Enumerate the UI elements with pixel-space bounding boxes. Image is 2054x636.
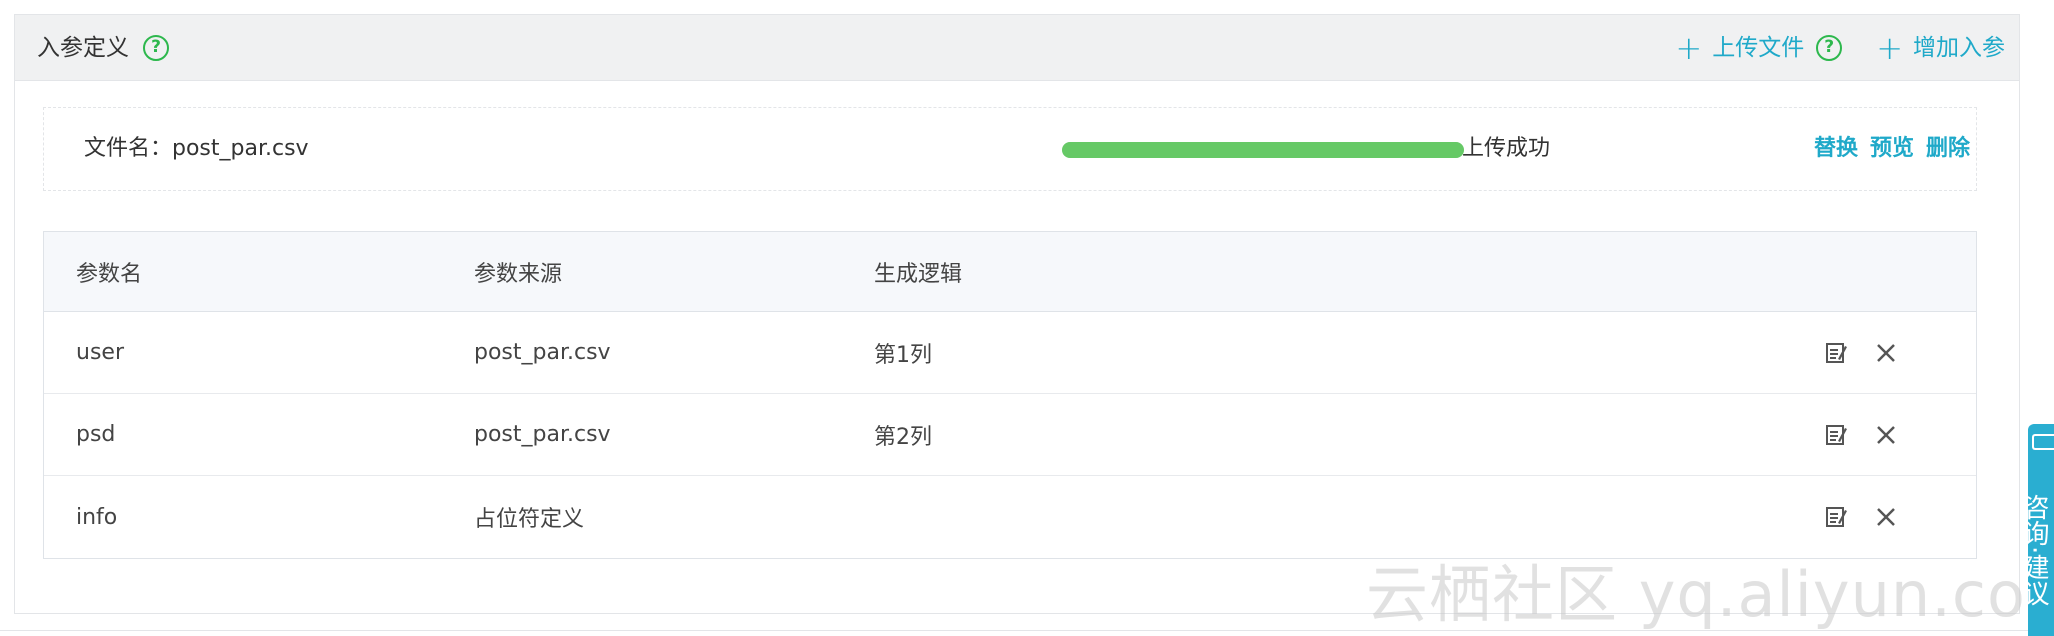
- uploaded-file-box: 文件名：post_par.csv 上传成功 替换 预览 删除: [43, 107, 1977, 191]
- input-params-panel: 入参定义 ? + 上传文件 ? + 增加入参 文件名：post_par.csv …: [14, 14, 2020, 614]
- row-actions: [1822, 476, 1900, 558]
- param-name: user: [76, 340, 124, 365]
- header-actions: + 上传文件 ? + 增加入参: [1675, 29, 2005, 67]
- row-actions: [1822, 394, 1900, 475]
- table-row: user post_par.csv 第1列: [44, 312, 1976, 394]
- file-name-label: 文件名：post_par.csv: [84, 136, 309, 161]
- panel-title: 入参定义: [37, 35, 129, 61]
- side-tab-label: 咨询·建议: [2028, 493, 2049, 607]
- edit-icon[interactable]: [1822, 339, 1850, 367]
- header-param-source: 参数来源: [474, 261, 563, 287]
- upload-progress-bar: [1062, 142, 1464, 158]
- add-param-button[interactable]: + 增加入参: [1876, 29, 2005, 67]
- param-source: post_par.csv: [474, 422, 611, 447]
- message-icon: [2032, 434, 2054, 450]
- upload-status: 上传成功: [1462, 136, 1551, 161]
- param-logic: 第1列: [874, 342, 932, 368]
- param-source: 占位符定义: [474, 507, 585, 532]
- help-icon[interactable]: ?: [143, 35, 169, 61]
- edit-icon[interactable]: [1822, 421, 1850, 449]
- upload-progress-fill: [1062, 142, 1464, 158]
- watermark: 云栖社区 yq.aliyun.com: [1366, 558, 2054, 631]
- param-source: post_par.csv: [474, 340, 611, 365]
- param-name: info: [76, 504, 118, 530]
- plus-icon: +: [1675, 29, 1703, 67]
- close-icon[interactable]: [1872, 339, 1900, 367]
- table-header: 参数名 参数来源 生成逻辑: [44, 232, 1976, 312]
- params-table: 参数名 参数来源 生成逻辑 user post_par.csv 第1列 psd …: [43, 231, 1977, 559]
- upload-file-label: 上传文件: [1712, 35, 1805, 61]
- table-row: info 占位符定义: [44, 476, 1976, 558]
- param-logic: 第2列: [874, 424, 932, 450]
- close-icon[interactable]: [1872, 421, 1900, 449]
- edit-icon[interactable]: [1822, 503, 1850, 531]
- plus-icon: +: [1876, 29, 1903, 67]
- file-actions: 替换 预览 删除: [1802, 134, 1970, 164]
- replace-link[interactable]: 替换: [1814, 134, 1858, 164]
- delete-link[interactable]: 删除: [1926, 134, 1970, 164]
- header-param-name: 参数名: [76, 261, 143, 287]
- param-name: psd: [76, 422, 116, 447]
- upload-help-icon[interactable]: ?: [1816, 35, 1843, 61]
- feedback-side-tab[interactable]: 咨询·建议: [2028, 424, 2054, 636]
- row-actions: [1822, 312, 1900, 393]
- header-gen-logic: 生成逻辑: [874, 261, 963, 287]
- panel-header: 入参定义 ? + 上传文件 ? + 增加入参: [15, 15, 2019, 81]
- preview-link[interactable]: 预览: [1870, 134, 1914, 164]
- close-icon[interactable]: [1872, 503, 1900, 531]
- table-row: psd post_par.csv 第2列: [44, 394, 1976, 476]
- upload-file-button[interactable]: + 上传文件: [1675, 29, 1805, 67]
- add-param-label: 增加入参: [1913, 35, 2005, 61]
